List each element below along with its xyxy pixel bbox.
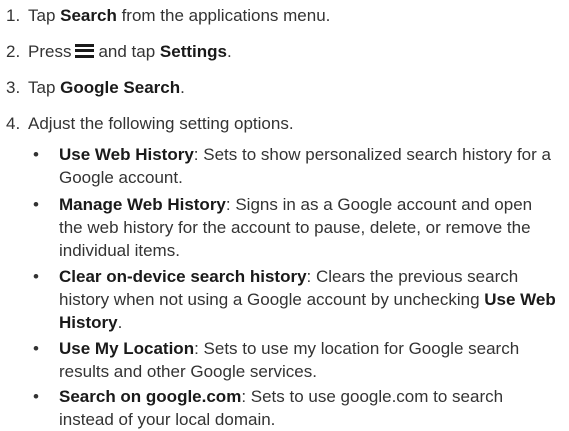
step-text: Tap Search from the applications menu. (28, 4, 330, 27)
step-text-post: . (180, 78, 185, 97)
bullet-icon: • (33, 195, 39, 214)
option-description-end: . (117, 313, 123, 332)
step-number: 1. (6, 6, 21, 25)
step-bold-term: Google Search (60, 78, 181, 97)
option-title: Search on google.com (59, 387, 242, 406)
option-title: Use Web History (59, 145, 194, 164)
step-number: 2. (6, 42, 21, 61)
step-text-pre: Press (28, 42, 72, 61)
option-item: • Use My Location: Sets to use my locati… (33, 337, 559, 383)
option-item: • Clear on-device search history: Clears… (33, 265, 559, 334)
step-number: 3. (6, 78, 21, 97)
step-text-pre: Tap (28, 6, 61, 25)
step-text-post: . (226, 42, 232, 61)
step-text: Adjust the following setting options. (28, 114, 294, 133)
bullet-icon: • (33, 387, 39, 406)
step-bold-term: Settings (159, 42, 227, 61)
document-page: 1. Tap Search from the applications menu… (0, 0, 569, 430)
step-bold-term: Search (60, 6, 117, 25)
option-title: Manage Web History (59, 195, 226, 214)
step-number: 4. (6, 114, 21, 133)
step-text-post: from the applications menu. (116, 6, 331, 25)
option-item: • Search on google.com: Sets to use goog… (33, 385, 559, 431)
step-text-mid: and tap (98, 42, 160, 61)
option-item: • Use Web History: Sets to show personal… (33, 143, 559, 189)
bullet-icon: • (33, 339, 39, 358)
option-title: Use My Location (59, 339, 195, 358)
step-text: Tap Google Search. (28, 76, 185, 99)
option-item: • Manage Web History: Signs in as a Goog… (33, 193, 559, 262)
bullet-icon: • (33, 145, 39, 164)
step-text-pre: Tap (28, 78, 61, 97)
menu-icon (75, 44, 95, 58)
bullet-icon: • (33, 267, 39, 286)
step-text: Press and tap Settings. (28, 40, 232, 63)
option-title: Clear on-device search history (59, 267, 307, 286)
